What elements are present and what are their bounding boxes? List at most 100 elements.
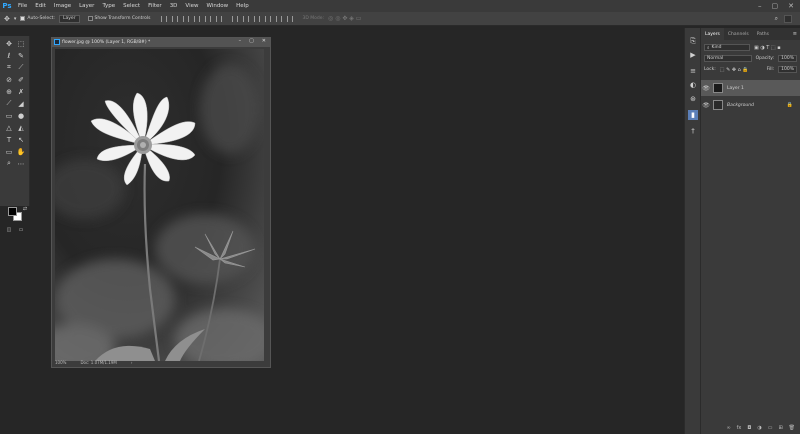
close-button[interactable]: ✕ xyxy=(788,2,794,10)
eyedropper-tool-icon[interactable]: ⟋ xyxy=(16,63,26,72)
brush-tool-icon[interactable]: ✐ xyxy=(16,75,26,84)
minimize-button[interactable]: – xyxy=(758,2,762,10)
paragraph-icon[interactable]: † xyxy=(688,126,698,136)
distribute-top-icon[interactable] xyxy=(231,15,238,22)
maximize-button[interactable]: ▢ xyxy=(772,2,779,10)
menu-image[interactable]: Image xyxy=(50,3,75,9)
eraser-tool-icon[interactable]: ⟋ xyxy=(4,99,14,108)
actions-icon[interactable]: ▶ xyxy=(688,50,698,60)
layer-row-layer-1[interactable]: 👁 Layer 1 xyxy=(701,80,800,96)
new-group-icon[interactable]: ▭ xyxy=(768,425,773,431)
search-icon[interactable]: ⌕ xyxy=(775,15,778,23)
tool-preset-chevron-icon[interactable]: ▾ xyxy=(14,16,17,22)
gradient-tool-icon[interactable]: ◢ xyxy=(16,99,26,108)
align-top-icon[interactable] xyxy=(160,15,167,22)
workspace-switcher-icon[interactable] xyxy=(784,14,792,23)
image-canvas[interactable] xyxy=(55,49,264,361)
filter-icons[interactable]: ▣ ◑ T ⬚ ▪ xyxy=(754,45,781,51)
menu-type[interactable]: Type xyxy=(98,3,119,9)
clone-stamp-tool-icon[interactable]: ⊕ xyxy=(4,87,14,96)
align-bottom-icon[interactable] xyxy=(182,15,189,22)
lasso-tool-icon[interactable]: ℓ xyxy=(4,51,14,60)
visibility-eye-icon[interactable]: 👁 xyxy=(701,102,711,109)
quick-mask-icon[interactable]: ◫ xyxy=(4,225,14,234)
link-layers-icon[interactable]: ∞ xyxy=(726,425,730,431)
menu-help[interactable]: Help xyxy=(232,3,253,9)
crop-tool-icon[interactable]: ⌗ xyxy=(4,63,14,72)
adjustments-icon[interactable]: ◐ xyxy=(688,80,698,90)
panel-menu-icon[interactable]: ≡ xyxy=(793,31,800,37)
menu-layer[interactable]: Layer xyxy=(75,3,98,9)
blur-tool-icon[interactable]: ▭ xyxy=(4,111,14,120)
quick-selection-tool-icon[interactable]: ✎ xyxy=(16,51,26,60)
layer-name[interactable]: Layer 1 xyxy=(727,86,744,91)
doc-minimize-button[interactable]: – xyxy=(239,38,242,44)
distribute-center-icon[interactable] xyxy=(275,15,282,22)
visibility-eye-icon[interactable]: 👁 xyxy=(701,85,711,92)
menu-view[interactable]: View xyxy=(181,3,202,9)
zoom-tool-icon[interactable]: ⌕ xyxy=(4,159,14,168)
show-transform-checkbox[interactable]: Show Transform Controls xyxy=(87,16,151,21)
menu-select[interactable]: Select xyxy=(119,3,144,9)
styles-icon[interactable]: ⊛ xyxy=(688,94,698,104)
fx-icon[interactable]: fx xyxy=(737,425,742,431)
layer-row-background[interactable]: 👁 Background 🔒 xyxy=(701,97,800,113)
align-left-icon[interactable] xyxy=(193,15,200,22)
add-mask-icon[interactable]: ◘ xyxy=(747,425,751,431)
blend-mode-dropdown[interactable]: Normal xyxy=(704,55,752,62)
screen-mode-icon[interactable]: ▭ xyxy=(16,225,26,234)
doc-size-info[interactable]: Doc: 1.07M/1.19M xyxy=(80,360,116,365)
distribute-left-icon[interactable] xyxy=(264,15,271,22)
history-brush-tool-icon[interactable]: ✗ xyxy=(16,87,26,96)
path-selection-tool-icon[interactable]: ↖ xyxy=(16,135,26,144)
align-center-icon[interactable] xyxy=(204,15,211,22)
filter-kind-dropdown[interactable]: ⌕ Kind xyxy=(704,44,750,51)
align-right-icon[interactable] xyxy=(215,15,222,22)
distribute-middle-icon[interactable] xyxy=(242,15,249,22)
swap-colors-icon[interactable]: ⇄ xyxy=(20,204,30,213)
freeform-pen-tool-icon[interactable]: ◭ xyxy=(16,123,26,132)
opacity-field[interactable]: 100% xyxy=(778,55,797,62)
zoom-level[interactable]: 100% xyxy=(55,360,66,365)
distribute-bottom-icon[interactable] xyxy=(253,15,260,22)
character-icon[interactable]: ▮ xyxy=(688,110,698,120)
move-tool-icon[interactable]: ✥ xyxy=(4,39,14,48)
history-icon[interactable]: ⎘ xyxy=(688,36,698,46)
shape-tool-icon[interactable]: ▭ xyxy=(4,147,14,156)
adjustment-layer-icon[interactable]: ◑ xyxy=(757,425,761,431)
new-layer-icon[interactable]: ⊞ xyxy=(778,425,782,431)
menu-edit[interactable]: Edit xyxy=(31,3,50,9)
marquee-tool-icon[interactable]: ⬚ xyxy=(16,39,26,48)
distribute-right-icon[interactable] xyxy=(286,15,293,22)
menu-window[interactable]: Window xyxy=(202,3,232,9)
menu-file[interactable]: File xyxy=(14,3,31,9)
tab-paths[interactable]: Paths xyxy=(753,28,773,40)
status-menu-icon[interactable]: › xyxy=(131,360,133,365)
more-tools-icon[interactable]: ⋯ xyxy=(16,159,26,168)
hand-tool-icon[interactable]: ✋ xyxy=(16,147,26,156)
tab-layers[interactable]: Layers xyxy=(701,28,724,40)
fill-field[interactable]: 100% xyxy=(778,66,797,73)
document-tab[interactable]: flower.jpg @ 100% (Layer 1, RGB/8#) * – … xyxy=(52,38,270,47)
healing-brush-tool-icon[interactable]: ⊘ xyxy=(4,75,14,84)
tab-channels[interactable]: Channels xyxy=(724,28,753,40)
lock-icons[interactable]: ⬚ ✎ ✥ ⌂ 🔒 xyxy=(720,67,749,73)
layer-name[interactable]: Background xyxy=(727,103,754,108)
move-tool-icon[interactable]: ✥ xyxy=(4,15,10,23)
3d-rotate-icon[interactable]: ◎ ◎ ✥ ◈ ▭ xyxy=(328,15,361,22)
doc-maximize-button[interactable]: ▢ xyxy=(249,38,254,44)
type-tool-icon[interactable]: T xyxy=(4,135,14,144)
auto-select-dropdown[interactable]: Layer xyxy=(58,14,80,23)
pen-tool-icon[interactable]: △ xyxy=(4,123,14,132)
align-middle-icon[interactable] xyxy=(171,15,178,22)
foreground-color-swatch[interactable] xyxy=(8,207,17,216)
delete-layer-icon[interactable]: 🗑 xyxy=(789,425,795,431)
doc-close-button[interactable]: ✕ xyxy=(262,38,266,44)
menu-filter[interactable]: Filter xyxy=(144,3,166,9)
lock-icon: 🔒 xyxy=(786,102,793,108)
menu-3d[interactable]: 3D xyxy=(166,3,182,9)
dodge-tool-icon[interactable]: ● xyxy=(16,111,26,120)
collapsed-panels-strip: ⎘ ▶ ≡ ◐ ⊛ ▮ † xyxy=(684,28,700,434)
auto-select-checkbox[interactable]: Auto-Select: xyxy=(20,16,55,21)
properties-icon[interactable]: ≡ xyxy=(688,66,698,76)
